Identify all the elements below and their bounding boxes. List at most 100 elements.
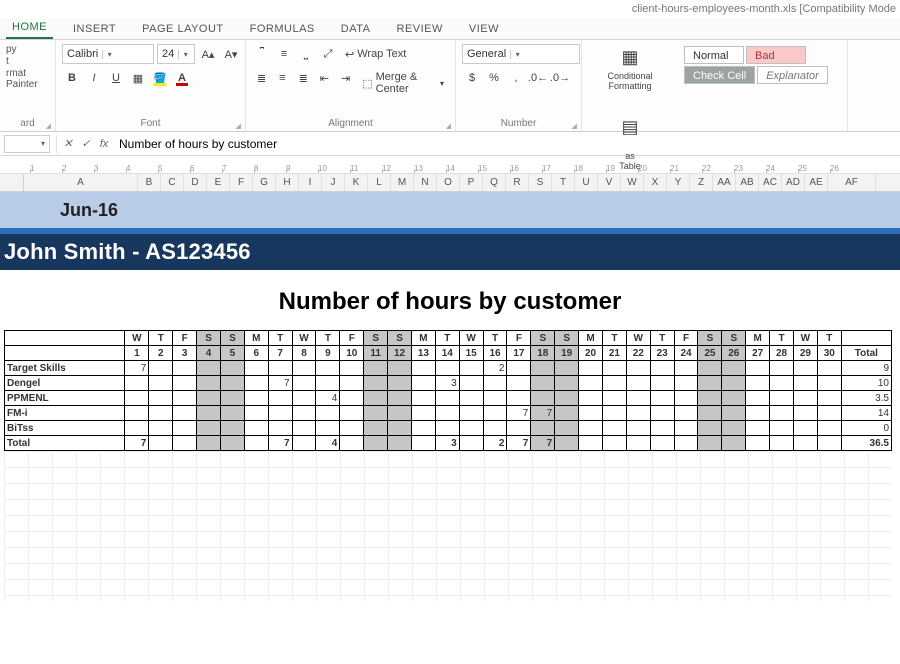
- wrap-text-button[interactable]: ↩Wrap Text: [340, 44, 411, 64]
- data-cell[interactable]: [340, 361, 364, 376]
- data-cell[interactable]: [364, 391, 388, 406]
- cancel-icon[interactable]: ✕: [59, 137, 77, 150]
- data-cell[interactable]: [746, 391, 770, 406]
- bold-button[interactable]: B: [62, 68, 82, 88]
- copy-button[interactable]: py: [6, 44, 17, 55]
- column-header[interactable]: AB: [736, 174, 759, 191]
- data-cell[interactable]: [770, 406, 794, 421]
- data-cell[interactable]: [220, 376, 244, 391]
- fx-icon[interactable]: fx: [95, 138, 113, 150]
- data-cell[interactable]: [626, 376, 650, 391]
- data-cell[interactable]: [197, 361, 221, 376]
- data-cell[interactable]: [459, 406, 483, 421]
- data-cell[interactable]: [483, 421, 507, 436]
- percent-icon[interactable]: %: [484, 68, 504, 88]
- data-cell[interactable]: [793, 406, 817, 421]
- data-cell[interactable]: [722, 406, 746, 421]
- data-cell[interactable]: [555, 391, 579, 406]
- column-header[interactable]: B: [138, 174, 161, 191]
- decrease-indent-icon[interactable]: ⇤: [315, 68, 334, 88]
- cell-style-check[interactable]: Check Cell: [684, 66, 755, 84]
- data-cell[interactable]: [626, 421, 650, 436]
- data-cell[interactable]: [793, 421, 817, 436]
- data-cell[interactable]: [173, 376, 197, 391]
- increase-decimal-icon[interactable]: .0←: [528, 68, 548, 88]
- data-cell[interactable]: [698, 361, 722, 376]
- data-cell[interactable]: [483, 391, 507, 406]
- data-cell[interactable]: [459, 361, 483, 376]
- column-header[interactable]: V: [598, 174, 621, 191]
- data-cell[interactable]: [268, 421, 292, 436]
- data-cell[interactable]: [817, 421, 841, 436]
- data-cell[interactable]: [770, 361, 794, 376]
- data-cell[interactable]: [364, 406, 388, 421]
- data-cell[interactable]: [674, 361, 698, 376]
- data-cell[interactable]: [579, 406, 603, 421]
- data-cell[interactable]: [173, 361, 197, 376]
- column-header[interactable]: M: [391, 174, 414, 191]
- data-cell[interactable]: [674, 421, 698, 436]
- data-cell[interactable]: [340, 376, 364, 391]
- font-size-combo[interactable]: 24▾: [157, 44, 195, 64]
- data-cell[interactable]: [388, 406, 412, 421]
- data-cell[interactable]: [411, 376, 435, 391]
- tab-home[interactable]: HOME: [6, 18, 53, 39]
- font-color-button[interactable]: A: [172, 68, 192, 88]
- column-header[interactable]: AA: [713, 174, 736, 191]
- cell-style-normal[interactable]: Normal: [684, 46, 744, 64]
- column-header[interactable]: J: [322, 174, 345, 191]
- column-header[interactable]: L: [368, 174, 391, 191]
- data-cell[interactable]: [650, 376, 674, 391]
- data-cell[interactable]: [555, 406, 579, 421]
- data-cell[interactable]: [220, 361, 244, 376]
- data-cell[interactable]: [292, 421, 316, 436]
- empty-grid[interactable]: [4, 451, 892, 601]
- data-cell[interactable]: [364, 361, 388, 376]
- align-center-icon[interactable]: ≡: [273, 68, 291, 88]
- data-cell[interactable]: [244, 376, 268, 391]
- data-cell[interactable]: [340, 406, 364, 421]
- tab-data[interactable]: DATA: [335, 20, 377, 39]
- align-middle-icon[interactable]: ≡: [274, 44, 294, 64]
- chevron-down-icon[interactable]: ▾: [102, 50, 116, 59]
- column-header[interactable]: E: [207, 174, 230, 191]
- fill-color-button[interactable]: 🪣: [150, 68, 170, 88]
- tab-formulas[interactable]: FORMULAS: [244, 20, 321, 39]
- tab-insert[interactable]: INSERT: [67, 20, 122, 39]
- data-cell[interactable]: [650, 421, 674, 436]
- data-cell[interactable]: [459, 376, 483, 391]
- accounting-icon[interactable]: $: [462, 68, 482, 88]
- column-header[interactable]: AC: [759, 174, 782, 191]
- data-cell[interactable]: [602, 391, 626, 406]
- data-cell[interactable]: [435, 421, 459, 436]
- data-cell[interactable]: [411, 361, 435, 376]
- data-cell[interactable]: [793, 391, 817, 406]
- data-cell[interactable]: [698, 421, 722, 436]
- italic-button[interactable]: I: [84, 68, 104, 88]
- align-bottom-icon[interactable]: ⎵: [296, 44, 316, 64]
- data-cell[interactable]: [746, 376, 770, 391]
- formula-input[interactable]: [113, 135, 900, 153]
- data-cell[interactable]: 7: [507, 406, 531, 421]
- data-cell[interactable]: [292, 361, 316, 376]
- data-cell[interactable]: [746, 406, 770, 421]
- data-cell[interactable]: [650, 391, 674, 406]
- data-cell[interactable]: [149, 376, 173, 391]
- column-header[interactable]: Y: [667, 174, 690, 191]
- column-header[interactable]: W: [621, 174, 644, 191]
- enter-icon[interactable]: ✓: [77, 137, 95, 150]
- data-cell[interactable]: [555, 361, 579, 376]
- data-cell[interactable]: [340, 421, 364, 436]
- data-cell[interactable]: [244, 406, 268, 421]
- decrease-font-icon[interactable]: A▾: [221, 44, 241, 64]
- tab-review[interactable]: REVIEW: [391, 20, 449, 39]
- data-cell[interactable]: [698, 376, 722, 391]
- cut-button[interactable]: t: [6, 56, 9, 67]
- data-cell[interactable]: [197, 391, 221, 406]
- data-cell[interactable]: [316, 361, 340, 376]
- data-cell[interactable]: [770, 391, 794, 406]
- cell-style-bad[interactable]: Bad: [746, 46, 806, 64]
- data-cell[interactable]: [531, 376, 555, 391]
- number-format-combo[interactable]: General▾: [462, 44, 580, 64]
- data-cell[interactable]: [220, 421, 244, 436]
